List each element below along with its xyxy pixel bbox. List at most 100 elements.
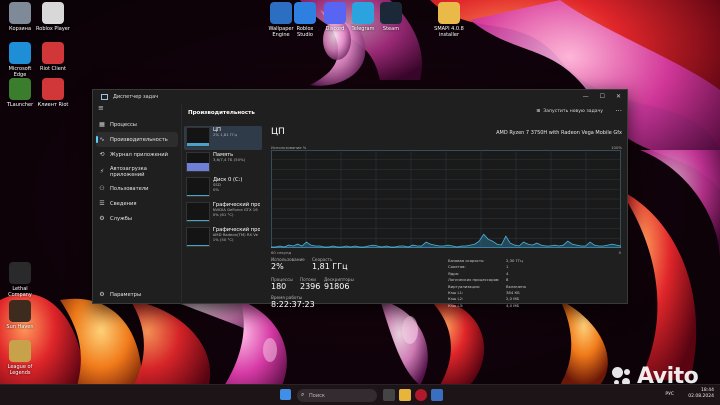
desktop-icon-label: Клиент Riot	[37, 102, 69, 108]
services-icon: ⚙	[99, 215, 105, 222]
desktop-icon[interactable]: Lethal Company	[1, 262, 39, 298]
search-input[interactable]: ⌕ Поиск	[297, 389, 377, 402]
language-indicator[interactable]: РУС	[665, 392, 674, 397]
performance-content: Производительность ⊞ Запустить новую зад…	[181, 104, 629, 309]
yandex-browser-icon[interactable]	[415, 389, 427, 401]
nav-list: ▦ Процессы ∿ Производительность ⟲ Журнал прил…	[93, 117, 181, 226]
sidebar-item-label: Процессы	[110, 121, 137, 128]
resource-item[interactable]: ЦП 2% 1,81 ГГц	[184, 126, 262, 150]
file-explorer-icon[interactable]	[399, 389, 411, 401]
stat-threads: Потоки 2396	[300, 277, 320, 292]
resource-item[interactable]: Графический про AMD Radeon(TM) RX Ve 1% (5…	[184, 226, 262, 250]
resource-text: Память 3,6/7,4 ГБ (50%)	[213, 152, 245, 174]
sidebar-item-services[interactable]: ⚙ Службы	[93, 211, 181, 226]
resource-item[interactable]: Графический про NVIDIA GeForce GTX 16 0% (…	[184, 201, 262, 225]
resource-detail: 0% (61 °C)	[212, 211, 234, 217]
desktop-icon[interactable]: Steam	[372, 2, 410, 32]
desktop-icon-label: Sun Haven	[6, 324, 34, 330]
window-title: Диспетчер задач	[113, 94, 159, 100]
spec-value: 2,30 ГГц	[506, 258, 523, 263]
resource-thumbnail	[186, 127, 210, 147]
edge-icon	[9, 42, 31, 64]
task-manager-app-icon	[101, 94, 108, 100]
desktop-icon-label: Корзина	[8, 26, 32, 32]
taskbar: ⌕ Поиск РУС 18:44 02.08.2024	[0, 384, 720, 405]
sidebar-item-performance[interactable]: ∿ Производительность	[96, 132, 178, 147]
minimize-button[interactable]: —	[583, 93, 589, 100]
resource-level-fill	[187, 195, 209, 196]
desktop-icon-label: Discord	[325, 26, 345, 32]
performance-icon: ∿	[99, 136, 105, 143]
sidebar-item-label: Службы	[110, 215, 132, 222]
desktop-icon[interactable]: Roblox Player	[34, 2, 72, 32]
steam-icon	[380, 2, 402, 24]
game-icon	[9, 300, 31, 322]
startup-icon: ⚡	[99, 168, 105, 175]
system-clock[interactable]: 18:44 02.08.2024	[688, 388, 714, 400]
run-new-task-button[interactable]: ⊞ Запустить новую задачу	[536, 109, 603, 114]
cpu-title: ЦП	[271, 127, 285, 137]
folder-icon	[438, 2, 460, 24]
title-bar[interactable]: Диспетчер задач — ☐ ✕	[93, 90, 627, 104]
run-task-icon: ⊞	[536, 109, 541, 114]
details-icon: ☰	[99, 200, 105, 207]
task-view-icon[interactable]	[383, 389, 395, 401]
sidebar-item-settings[interactable]: ⚙ Параметры	[93, 287, 181, 302]
resource-text: Диск 0 (C:) SSD 0%	[213, 177, 242, 199]
desktop-icon[interactable]: SMAPI 4.0.8 installer	[430, 2, 468, 38]
gear-icon: ⚙	[99, 291, 105, 298]
stat-value: 2%	[271, 262, 284, 271]
resource-thumbnail	[186, 177, 210, 197]
sidebar-item-processes[interactable]: ▦ Процессы	[93, 117, 181, 132]
stat-uptime: Время работы 8:22:37:23	[271, 295, 315, 310]
recycle-bin-icon	[9, 2, 31, 24]
resource-item[interactable]: Диск 0 (C:) SSD 0%	[184, 176, 262, 200]
stat-value: 2396	[300, 282, 321, 291]
hamburger-menu-icon[interactable]: ≡	[93, 104, 181, 117]
resource-detail: 2% 1,81 ГГц	[213, 132, 238, 137]
roblox-icon	[42, 2, 64, 24]
sidebar: ≡ ▦ Процессы ∿ Производительность ⟲ Журнал пр…	[93, 104, 181, 305]
start-windows-icon[interactable]	[280, 389, 291, 400]
processes-icon: ▦	[99, 121, 105, 128]
telegram-icon	[352, 2, 374, 24]
desktop-icon[interactable]: Riot Client	[34, 42, 72, 72]
resource-item[interactable]: Память 3,6/7,4 ГБ (50%)	[184, 151, 262, 175]
desktop-icon-label: Lethal Company	[8, 286, 32, 298]
maximize-button[interactable]: ☐	[600, 93, 605, 100]
resource-thumbnail	[186, 227, 210, 247]
more-options-icon[interactable]: ···	[615, 107, 622, 115]
graph-time: 60 секунд	[271, 250, 292, 255]
desktop-icon[interactable]: Sun Haven	[1, 300, 39, 330]
sidebar-item-label: Сведения	[110, 200, 137, 207]
tlauncher-icon	[9, 78, 31, 100]
close-button[interactable]: ✕	[616, 93, 621, 100]
task-manager-taskbar-icon[interactable]	[431, 389, 443, 401]
resource-text: Графический про AMD Radeon(TM) RX Ve 1% (5…	[213, 227, 260, 249]
resource-detail: 3,6/7,4 ГБ (50%)	[213, 157, 246, 162]
history-icon: ⟲	[99, 151, 105, 158]
desktop-icon-label: Steam	[382, 26, 400, 32]
graph-min: 0	[618, 250, 621, 255]
sidebar-item-history[interactable]: ⟲ Журнал приложений	[93, 147, 181, 162]
sidebar-item-users[interactable]: ⚇ Пользователи	[93, 181, 181, 196]
search-placeholder: Поиск	[309, 392, 325, 399]
resource-thumbnail	[186, 152, 210, 172]
desktop-icon-label: Roblox Player	[36, 26, 70, 32]
resource-thumbnail	[186, 202, 210, 222]
resource-detail: 1% (50 °C)	[212, 236, 234, 242]
riot-icon	[42, 42, 64, 64]
desktop-icon[interactable]: Клиент Riot	[34, 78, 72, 108]
users-icon: ⚇	[99, 185, 105, 192]
sidebar-item-label: Параметры	[110, 291, 142, 298]
resource-detail: 0%	[213, 186, 220, 192]
sidebar-item-details[interactable]: ☰ Сведения	[93, 196, 181, 211]
desktop-icon[interactable]: League of Legends	[1, 340, 39, 376]
sidebar-item-label: Автозагрузка приложений	[110, 165, 147, 178]
task-manager-window: Диспетчер задач — ☐ ✕ ≡ ▦ Процессы ∿ Произв…	[92, 89, 629, 309]
stat-handles: Дескрипторы 91806	[324, 277, 354, 292]
stat-value: 91806	[324, 282, 350, 291]
resource-text: ЦП 2% 1,81 ГГц	[213, 127, 237, 149]
sidebar-item-startup[interactable]: ⚡ Автозагрузка приложений	[93, 162, 181, 181]
stat-value: 8:22:37:23	[271, 300, 315, 309]
